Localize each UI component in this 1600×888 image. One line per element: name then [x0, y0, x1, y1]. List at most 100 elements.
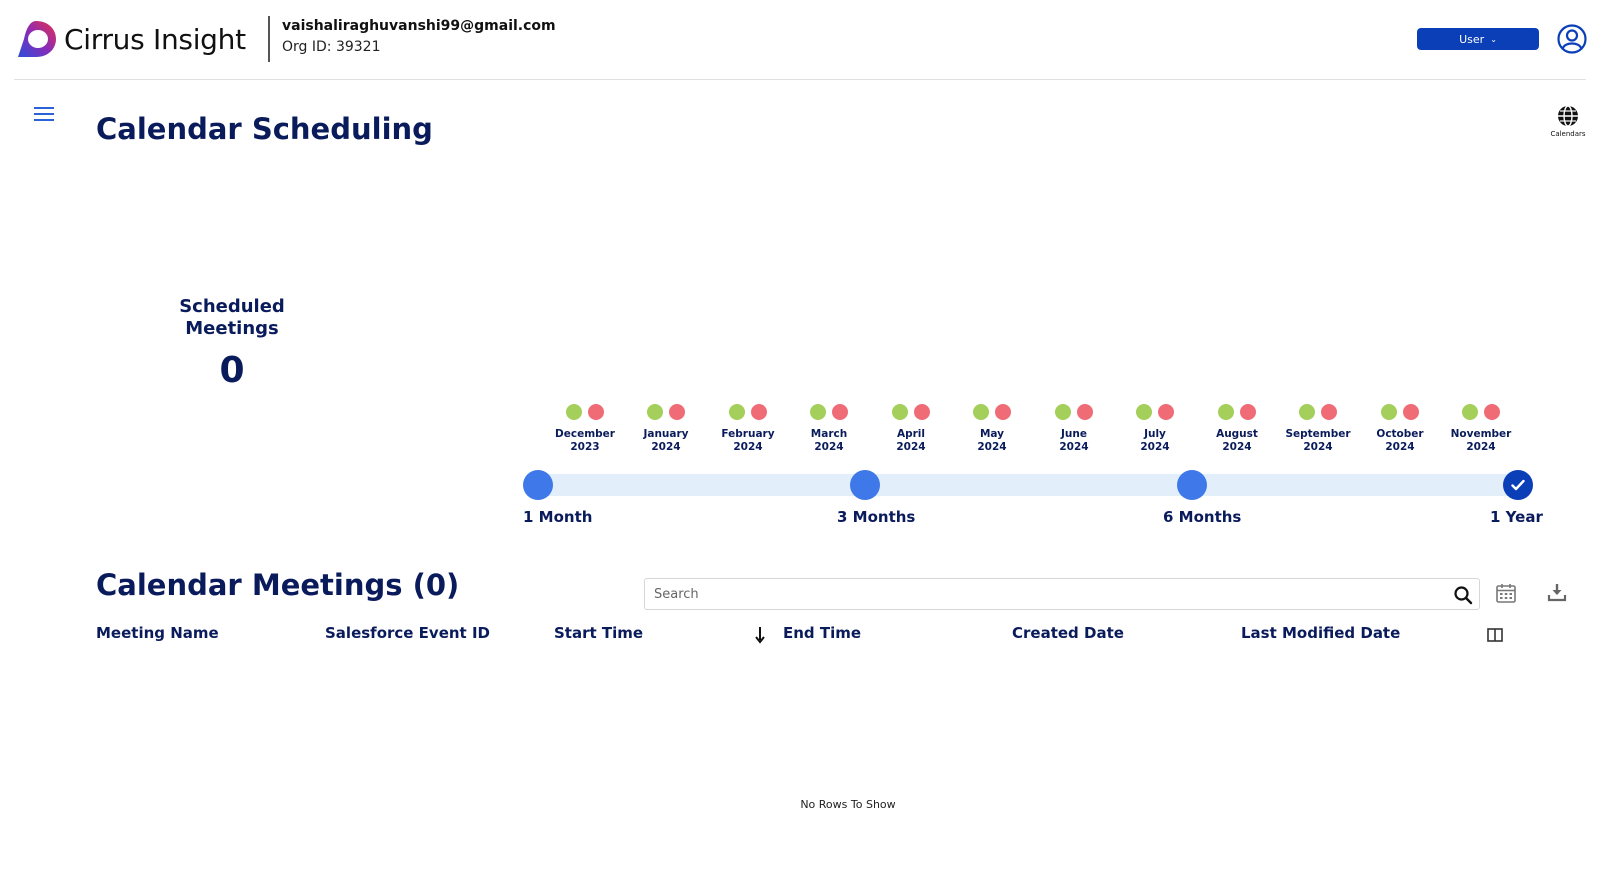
- month-item[interactable]: July 2024: [1115, 404, 1195, 454]
- month-item[interactable]: November 2024: [1441, 404, 1521, 454]
- meetings-title: Calendar Meetings (0): [96, 568, 460, 602]
- status-dot-green: [1218, 404, 1234, 420]
- month-item[interactable]: October 2024: [1360, 404, 1440, 454]
- month-item[interactable]: January 2024: [626, 404, 706, 454]
- column-header-created-date[interactable]: Created Date: [1012, 624, 1124, 642]
- month-year: 2024: [814, 441, 844, 453]
- month-year: 2024: [1385, 441, 1415, 453]
- status-dot-red: [1240, 404, 1256, 420]
- status-dot-green: [1136, 404, 1152, 420]
- range-node-1-year[interactable]: [1503, 470, 1533, 500]
- table-header-row: Meeting Name Salesforce Event ID Start T…: [0, 624, 1600, 648]
- month-year: 2024: [1303, 441, 1333, 453]
- cirrus-logo-icon: [18, 21, 56, 57]
- status-dot-green: [1381, 404, 1397, 420]
- month-year: 2024: [896, 441, 926, 453]
- month-item[interactable]: April 2024: [871, 404, 951, 454]
- stat-value: 0: [219, 350, 245, 391]
- status-dot-red: [751, 404, 767, 420]
- status-dot-green: [647, 404, 663, 420]
- month-name: February: [721, 428, 775, 440]
- month-year: 2024: [651, 441, 681, 453]
- scheduled-meetings-stat: Scheduled Meetings 0: [150, 296, 314, 391]
- range-label-1-month[interactable]: 1 Month: [523, 508, 592, 526]
- month-year: 2024: [977, 441, 1007, 453]
- columns-icon[interactable]: [1487, 628, 1503, 642]
- chevron-down-icon: ⌄: [1490, 34, 1497, 44]
- month-name: July: [1144, 428, 1166, 440]
- search-box: [644, 578, 1480, 610]
- status-dot-red: [1484, 404, 1500, 420]
- sort-descending-icon[interactable]: [753, 626, 767, 644]
- status-dot-red: [1158, 404, 1174, 420]
- range-node-1-month[interactable]: [523, 470, 553, 500]
- range-node-6-months[interactable]: [1177, 470, 1207, 500]
- account-email: vaishaliraghuvanshi99@gmail.com: [282, 18, 556, 34]
- column-header-meeting-name[interactable]: Meeting Name: [96, 624, 219, 642]
- month-year: 2024: [1140, 441, 1170, 453]
- month-name: June: [1061, 428, 1087, 440]
- org-id: Org ID: 39321: [282, 39, 381, 55]
- status-dot-green: [810, 404, 826, 420]
- status-dot-green: [566, 404, 582, 420]
- month-name: March: [810, 428, 848, 440]
- page-title: Calendar Scheduling: [96, 112, 433, 146]
- month-item[interactable]: June 2024: [1034, 404, 1114, 454]
- month-item[interactable]: February 2024: [708, 404, 788, 454]
- status-dot-green: [1299, 404, 1315, 420]
- status-dot-red: [669, 404, 685, 420]
- hamburger-menu-icon[interactable]: [34, 107, 54, 125]
- status-dot-green: [729, 404, 745, 420]
- range-label-3-months[interactable]: 3 Months: [837, 508, 915, 526]
- month-name: May: [979, 428, 1005, 440]
- month-item[interactable]: December 2023: [545, 404, 625, 454]
- month-item[interactable]: March 2024: [789, 404, 869, 454]
- search-icon[interactable]: [1453, 585, 1473, 605]
- month-item[interactable]: September 2024: [1278, 404, 1358, 454]
- checkmark-icon: [1511, 479, 1525, 491]
- calendars-button[interactable]: Calendars: [1546, 104, 1590, 138]
- month-year: 2024: [1059, 441, 1089, 453]
- month-item[interactable]: August 2024: [1197, 404, 1277, 454]
- status-dot-green: [1462, 404, 1478, 420]
- status-dot-red: [1321, 404, 1337, 420]
- status-dot-green: [1055, 404, 1071, 420]
- month-name: April: [896, 428, 926, 440]
- status-dot-green: [973, 404, 989, 420]
- range-label-1-year[interactable]: 1 Year: [1490, 508, 1543, 526]
- account-info: vaishaliraghuvanshi99@gmail.com Org ID: …: [282, 18, 556, 55]
- user-dropdown-button[interactable]: User ⌄: [1417, 28, 1539, 50]
- range-slider-track[interactable]: [538, 474, 1518, 496]
- brand[interactable]: Cirrus Insight: [14, 18, 246, 60]
- stat-label-line2: Meetings: [185, 318, 279, 339]
- month-name: October: [1376, 428, 1424, 440]
- status-dot-red: [832, 404, 848, 420]
- month-item[interactable]: May 2024: [952, 404, 1032, 454]
- status-dot-red: [1077, 404, 1093, 420]
- column-header-start-time[interactable]: Start Time: [554, 624, 643, 642]
- status-dot-red: [995, 404, 1011, 420]
- download-icon[interactable]: [1546, 582, 1568, 604]
- column-header-last-modified-date[interactable]: Last Modified Date: [1241, 624, 1400, 642]
- top-header: Cirrus Insight vaishaliraghuvanshi99@gma…: [14, 0, 1587, 80]
- month-name: September: [1285, 428, 1351, 440]
- user-button-label: User: [1459, 32, 1485, 46]
- month-timeline: December 2023 January 2024 February 2024 Ma…: [0, 404, 1600, 464]
- month-year: 2024: [1466, 441, 1496, 453]
- stat-label-line1: Scheduled: [179, 296, 285, 317]
- status-dot-red: [914, 404, 930, 420]
- calendar-icon[interactable]: [1495, 582, 1517, 604]
- header-divider: [268, 16, 270, 62]
- month-year: 2024: [1222, 441, 1252, 453]
- range-node-3-months[interactable]: [850, 470, 880, 500]
- status-dot-red: [588, 404, 604, 420]
- month-name: January: [643, 428, 689, 440]
- user-profile-icon[interactable]: [1557, 24, 1587, 54]
- column-header-salesforce-event-id[interactable]: Salesforce Event ID: [325, 624, 490, 642]
- column-header-end-time[interactable]: End Time: [783, 624, 861, 642]
- month-year: 2023: [570, 441, 600, 453]
- search-input[interactable]: [645, 579, 1425, 609]
- status-dot-red: [1403, 404, 1419, 420]
- range-label-6-months[interactable]: 6 Months: [1163, 508, 1241, 526]
- empty-table-message: No Rows To Show: [800, 798, 896, 811]
